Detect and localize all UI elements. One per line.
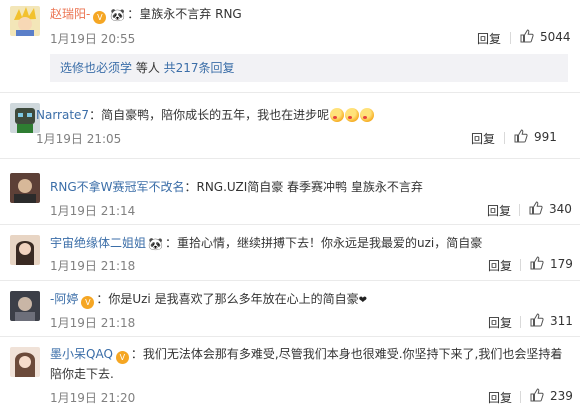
sub-reply-mid: 等人 (132, 61, 164, 75)
sub-reply-user[interactable]: 选修也必须学 (60, 61, 132, 75)
kiss-emoji-icon (330, 108, 345, 122)
panda-icon: 🐼 (148, 237, 163, 251)
like-button[interactable]: 311 (530, 313, 573, 328)
thumbs-up-icon (514, 129, 528, 143)
comment-text: ：RNG.UZI简自豪 春季赛冲鸭 皇族永不言弃 (184, 180, 423, 194)
divider (504, 132, 505, 144)
thumbs-up-icon (520, 29, 534, 43)
thumbs-up-icon (529, 201, 543, 215)
comment-item: -阿婷 V ：你是Uzi 是我喜欢了那么多年放在心上的简自豪❤ 1月19日 21:1… (0, 280, 580, 334)
comment-time: 1月19日 21:05 (36, 132, 122, 146)
reply-button[interactable]: 回复 (471, 130, 495, 147)
comment-text: ：皇族永不言弃 RNG (127, 7, 242, 21)
like-count: 991 (534, 130, 557, 144)
like-count: 311 (550, 314, 573, 328)
divider (520, 316, 521, 328)
thumbs-up-icon (530, 313, 544, 327)
thumbs-up-icon (530, 256, 544, 270)
avatar[interactable] (10, 173, 40, 203)
avatar[interactable] (10, 6, 40, 36)
comment-time: 1月19日 21:18 (50, 316, 136, 330)
reply-button[interactable]: 回复 (488, 314, 512, 331)
username[interactable]: -阿婷 (50, 292, 78, 306)
reply-button[interactable]: 回复 (477, 30, 501, 47)
avatar[interactable] (10, 347, 40, 377)
vip-badge-icon: V (81, 296, 95, 309)
like-button[interactable]: 239 (530, 388, 573, 403)
comment-item: 宇宙绝缘体二姐姐 🐼 ：重拾心情，继续拼搏下去！你永远是我最爱的uzi，简自豪 1月… (0, 224, 580, 278)
like-count: 5044 (540, 30, 571, 44)
username[interactable]: Narrate7 (36, 108, 89, 122)
avatar[interactable] (10, 235, 40, 265)
comment-time: 1月19日 21:18 (50, 259, 136, 273)
reply-button[interactable]: 回复 (488, 257, 512, 274)
username[interactable]: RNG不拿W赛冠军不改名 (50, 180, 184, 194)
thumbs-up-icon (530, 388, 544, 402)
username[interactable]: 赵瑞阳- (50, 7, 90, 21)
username[interactable]: 宇宙绝缘体二姐姐 (50, 236, 146, 250)
comment-time: 1月19日 20:55 (50, 32, 136, 46)
comment-item: 墨小呆QAQ V ：我们无法体会那有多难受,尽管我们本身也很难受.你坚持下来了,我们… (0, 336, 580, 410)
avatar[interactable] (10, 291, 40, 321)
heart-icon: ❤ (358, 295, 367, 306)
comment-text: ：你是Uzi 是我喜欢了那么多年放在心上的简自豪 (96, 292, 359, 306)
panda-icon: 🐼 (110, 8, 126, 22)
reply-button[interactable]: 回复 (488, 389, 512, 406)
comment-text: ：重拾心情，继续拼搏下去！你永远是我最爱的uzi，简自豪 (164, 236, 483, 250)
divider (519, 204, 520, 216)
comment-item: RNG不拿W赛冠军不改名：RNG.UZI简自豪 春季赛冲鸭 皇族永不言弃 1月1… (0, 158, 580, 224)
comment-time: 1月19日 21:14 (50, 204, 136, 218)
like-count: 340 (549, 202, 572, 216)
like-count: 179 (550, 257, 573, 271)
comment-time: 1月19日 21:20 (50, 391, 136, 405)
divider (520, 259, 521, 271)
like-button[interactable]: 340 (529, 201, 572, 216)
vip-badge-icon: V (115, 351, 129, 364)
username[interactable]: 墨小呆QAQ (50, 347, 113, 361)
like-count: 239 (550, 389, 573, 403)
divider (510, 32, 511, 44)
reply-button[interactable]: 回复 (487, 202, 511, 219)
view-all-replies-link[interactable]: 共217条回复 (164, 61, 235, 75)
comment-text: ：简自豪鸭，陪你成长的五年，我也在进步呢 (89, 108, 330, 122)
sub-replies-bar: 选修也必须学 等人 共217条回复 (50, 54, 568, 82)
like-button[interactable]: 179 (530, 256, 573, 271)
comment-text-continued: 陪你走下去. (50, 367, 114, 381)
comment-item: Narrate7：简自豪鸭，陪你成长的五年，我也在进步呢 1月19日 21:05… (0, 92, 580, 158)
vip-badge-icon: V (93, 11, 107, 24)
like-button[interactable]: 5044 (520, 29, 571, 44)
comment-item: 赵瑞阳- V 🐼 ：皇族永不言弃 RNG 1月19日 20:55 回复 5044 选修… (0, 0, 580, 92)
like-button[interactable]: 991 (514, 129, 557, 144)
kiss-emoji-icon (360, 108, 375, 122)
comment-text: ：我们无法体会那有多难受,尽管我们本身也很难受.你坚持下来了,我们也会坚持着 (130, 347, 563, 361)
kiss-emoji-icon (345, 108, 360, 122)
divider (520, 391, 521, 403)
